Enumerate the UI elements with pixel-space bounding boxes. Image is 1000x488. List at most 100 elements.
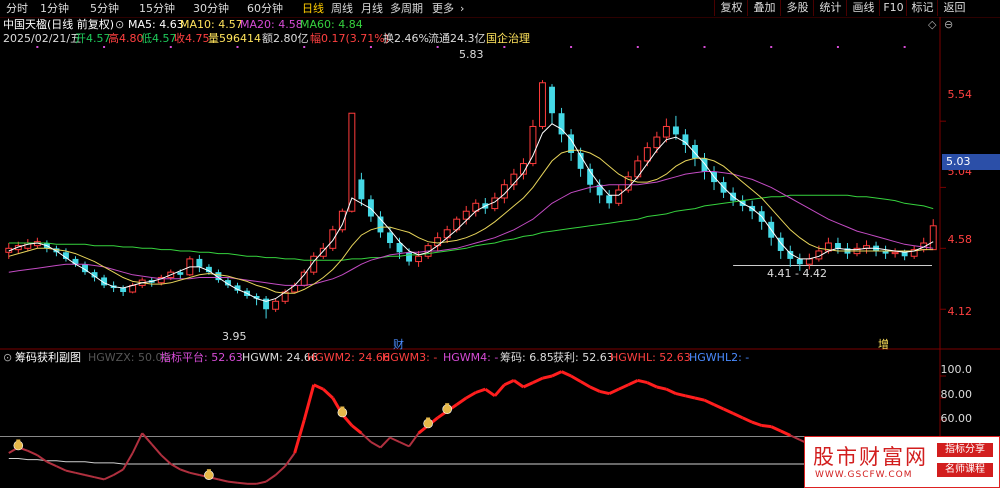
- candle-body: [319, 247, 327, 257]
- event-dot: [903, 46, 906, 48]
- event-dot: [436, 46, 439, 48]
- candle-body: [805, 258, 813, 265]
- turnover-label: 换2.46%: [383, 32, 429, 45]
- period-tab-more[interactable]: 更多: [432, 1, 454, 16]
- profit-line-segment: [75, 471, 86, 476]
- toolbar-button-f10[interactable]: F10: [879, 0, 907, 16]
- profit-line-segment: [27, 449, 38, 457]
- money-bag-icon: [423, 418, 433, 429]
- window-icons: ◇ ⊖: [920, 18, 1000, 32]
- profit-line-segment: [627, 379, 639, 387]
- toolbar-button-stats[interactable]: 统计: [813, 0, 847, 16]
- candle-body: [549, 86, 555, 114]
- profit-line-segment: [103, 474, 115, 481]
- concept-label[interactable]: 国企治理: [486, 32, 530, 46]
- profit-line-segment: [665, 387, 677, 395]
- profit-line-segment: [322, 388, 334, 400]
- candle-body: [692, 145, 698, 159]
- period-tab-daily[interactable]: 日线: [302, 1, 324, 16]
- toolbar-button-adjust[interactable]: 复权: [714, 0, 748, 16]
- profit-line-segment: [637, 378, 648, 385]
- period-tab-1min[interactable]: 1分钟: [40, 1, 69, 16]
- profit-line-segment: [475, 387, 486, 394]
- profit-line-segment: [170, 463, 181, 471]
- indicator-name[interactable]: 筹码获利副图: [15, 351, 81, 365]
- watermark-tag-indicator: 指标分享: [937, 443, 993, 457]
- profit-line-segment: [389, 436, 400, 443]
- volume-label: 量596414: [208, 32, 261, 45]
- profit-line-segment: [465, 391, 477, 400]
- period-tab-monthly[interactable]: 月线: [361, 1, 383, 16]
- period-tab-5min[interactable]: 5分钟: [90, 1, 119, 16]
- profit-line-segment: [618, 383, 629, 391]
- period-tab-60min[interactable]: 60分钟: [247, 1, 283, 16]
- finance-event-marker[interactable]: 财: [393, 336, 404, 352]
- chevron-right-icon[interactable]: ›: [460, 1, 464, 16]
- low-price-mark: 3.95: [222, 330, 247, 343]
- profit-line-segment: [189, 471, 200, 476]
- profit-line-segment: [360, 432, 372, 443]
- event-dot: [36, 46, 39, 48]
- event-dot: [103, 46, 106, 48]
- profit-line-segment: [513, 379, 525, 389]
- profit-line-segment: [570, 374, 582, 383]
- toolbar-button-draw[interactable]: 画线: [846, 0, 880, 16]
- profit-line-segment: [313, 383, 324, 391]
- indicator-toggle-icon[interactable]: ⊙: [3, 351, 12, 365]
- indicator-tick-3: 60.00: [940, 412, 973, 425]
- dropdown-icon[interactable]: ⊙: [115, 18, 124, 32]
- profit-line-segment: [408, 432, 420, 447]
- candle-body: [891, 251, 899, 255]
- event-dot: [369, 46, 372, 48]
- period-tab-15min[interactable]: 15分钟: [139, 1, 175, 16]
- profit-line-segment: [265, 474, 277, 483]
- profit-line-segment: [370, 441, 381, 449]
- profit-line-segment: [522, 381, 534, 389]
- candle-body: [672, 126, 679, 135]
- profit-line-segment: [399, 441, 410, 448]
- profit-line-segment: [237, 481, 248, 485]
- float-cap-label: 流通24.3亿: [428, 32, 486, 45]
- toolbar-button-mark[interactable]: 标记: [906, 0, 938, 16]
- money-bag-icon: [442, 404, 452, 415]
- period-tab-multi[interactable]: 多周期: [390, 1, 423, 16]
- toolbar-button-overlay[interactable]: 叠加: [747, 0, 781, 16]
- profit-line-segment: [599, 389, 610, 396]
- period-tab-weekly[interactable]: 周线: [331, 1, 353, 16]
- platform-label: 指标平台: 52.63: [160, 351, 243, 364]
- candle-body: [348, 112, 356, 212]
- toolbar-button-back[interactable]: 返回: [937, 0, 971, 16]
- profit-line-segment: [160, 454, 172, 465]
- candle-body: [529, 125, 537, 165]
- lock-icon[interactable]: ⊖: [944, 18, 953, 32]
- period-tab-30min[interactable]: 30分钟: [193, 1, 229, 16]
- event-dot: [770, 46, 773, 48]
- indicator-tick-2: 80.00: [940, 388, 973, 401]
- high-label: 高4.80: [108, 32, 144, 45]
- increase-event-marker[interactable]: 增: [878, 336, 889, 352]
- diamond-icon[interactable]: ◇: [928, 18, 936, 32]
- profit-line-segment: [150, 443, 163, 456]
- candle-body: [415, 255, 423, 263]
- period-tab-intraday[interactable]: 分时: [6, 1, 28, 16]
- money-bag-icon: [13, 440, 24, 451]
- profit-line-segment: [227, 480, 238, 484]
- site-watermark: 股市财富网 WWW.GSCFW.COM 指标分享 名师课程: [804, 436, 1000, 488]
- money-bag-icon-top: [426, 417, 431, 420]
- profit-line-segment: [141, 432, 153, 445]
- event-dot: [503, 46, 506, 48]
- profit-line-segment: [656, 385, 667, 391]
- toolbar-button-multi[interactable]: 多股: [780, 0, 814, 16]
- hgwm3-label: HGWM3: -: [382, 351, 438, 364]
- profit-line-segment: [608, 387, 620, 395]
- profit-line-segment: [218, 478, 229, 483]
- profit-line-segment: [484, 387, 496, 398]
- hgwm2-label: HGWM2: 24.66: [307, 351, 390, 364]
- profit-line-segment: [703, 398, 715, 406]
- ma10-label: MA10: 4.57: [180, 18, 243, 31]
- stock-name: 中国天楹(日线 前复权): [3, 18, 115, 31]
- candle-body: [901, 252, 908, 257]
- watermark-title: 股市财富网: [813, 445, 928, 469]
- kline-chart[interactable]: [0, 0, 1000, 488]
- amount-label: 额2.80亿: [262, 32, 309, 45]
